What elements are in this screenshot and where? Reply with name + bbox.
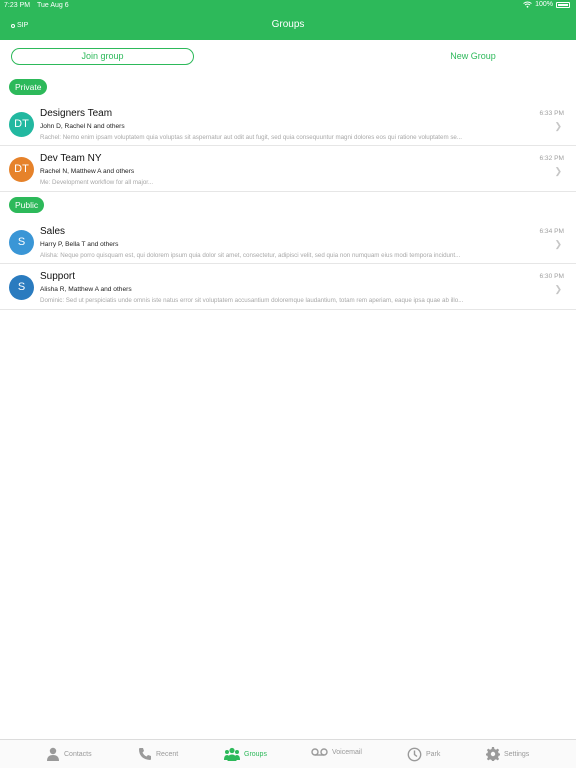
app-header: 7:23 PM Tue Aug 6 100% SIP Groups bbox=[0, 0, 576, 40]
tab-label: Park bbox=[426, 751, 441, 758]
tab-label: Settings bbox=[504, 750, 530, 758]
last-message-preview: Alisha: Neque porro quisquam est, qui do… bbox=[40, 252, 461, 259]
group-row[interactable]: S Support Alisha R, Matthew A and others… bbox=[0, 265, 576, 310]
last-message-time: 6:32 PM bbox=[539, 155, 564, 162]
tab-label: Groups bbox=[244, 750, 267, 758]
avatar: S bbox=[9, 275, 34, 300]
group-name: Dev Team NY bbox=[40, 153, 102, 164]
voicemail-icon bbox=[311, 748, 328, 756]
tab-label: Voicemail bbox=[332, 748, 362, 756]
group-members: John D, Rachel N and others bbox=[40, 123, 125, 130]
tab-contacts[interactable]: Contacts bbox=[46, 747, 92, 761]
last-message-preview: Dominic: Sed ut perspiciatis unde omnis … bbox=[40, 297, 464, 304]
last-message-preview: Me: Development workflow for all major..… bbox=[40, 179, 154, 186]
tab-label: Recent bbox=[156, 750, 179, 758]
last-message-time: 6:33 PM bbox=[539, 110, 564, 117]
chevron-right-icon: ❯ bbox=[554, 284, 562, 294]
chevron-right-icon: ❯ bbox=[554, 239, 562, 249]
last-message-preview: Rachel: Nemo enim ipsam voluptatem quia … bbox=[40, 134, 463, 141]
status-indicators: 100% bbox=[523, 1, 570, 8]
avatar: DT bbox=[9, 112, 34, 137]
wifi-icon bbox=[523, 1, 532, 8]
last-message-time: 6:34 PM bbox=[539, 228, 564, 235]
tab-groups[interactable]: Groups bbox=[224, 747, 267, 761]
chevron-right-icon: ❯ bbox=[554, 121, 562, 131]
tab-label: Contacts bbox=[64, 750, 92, 758]
tab-voicemail[interactable]: Voicemail bbox=[311, 747, 362, 757]
group-row[interactable]: DT Dev Team NY Rachel N, Matthew A and o… bbox=[0, 147, 576, 192]
last-message-time: 6:30 PM bbox=[539, 273, 564, 280]
group-name: Designers Team bbox=[40, 108, 113, 119]
gear-icon bbox=[486, 747, 500, 761]
status-time: 7:23 PM bbox=[4, 2, 31, 9]
join-group-button[interactable]: Join group bbox=[11, 48, 194, 65]
section-badge-public: Public bbox=[9, 197, 45, 213]
avatar: S bbox=[9, 230, 34, 255]
tab-bar: Contacts Recent Groups Voicemail Park Se… bbox=[0, 739, 576, 768]
battery-icon bbox=[556, 1, 570, 8]
person-icon bbox=[47, 747, 59, 761]
avatar: DT bbox=[9, 157, 34, 182]
phone-icon bbox=[139, 748, 151, 760]
groups-icon bbox=[224, 747, 240, 761]
tab-settings[interactable]: Settings bbox=[486, 747, 529, 761]
park-clock-icon bbox=[407, 747, 422, 762]
section-badge-private: Private bbox=[9, 79, 48, 95]
group-row[interactable]: DT Designers Team John D, Rachel N and o… bbox=[0, 102, 576, 146]
group-name: Support bbox=[40, 271, 76, 282]
group-name: Sales bbox=[40, 226, 66, 237]
page-title: Groups bbox=[271, 19, 305, 30]
tab-recent[interactable]: Recent bbox=[138, 747, 178, 761]
tab-park[interactable]: Park bbox=[407, 747, 440, 762]
status-date: Tue Aug 6 bbox=[37, 2, 69, 9]
group-row[interactable]: S Sales Harry P, Bella T and others Alis… bbox=[0, 220, 576, 264]
group-members: Alisha R, Matthew A and others bbox=[40, 286, 132, 293]
chevron-right-icon: ❯ bbox=[554, 166, 562, 176]
new-group-button[interactable]: New Group bbox=[400, 51, 546, 61]
group-members: Rachel N, Matthew A and others bbox=[40, 168, 135, 175]
battery-percent: 100% bbox=[535, 1, 553, 8]
group-members: Harry P, Bella T and others bbox=[40, 241, 119, 248]
